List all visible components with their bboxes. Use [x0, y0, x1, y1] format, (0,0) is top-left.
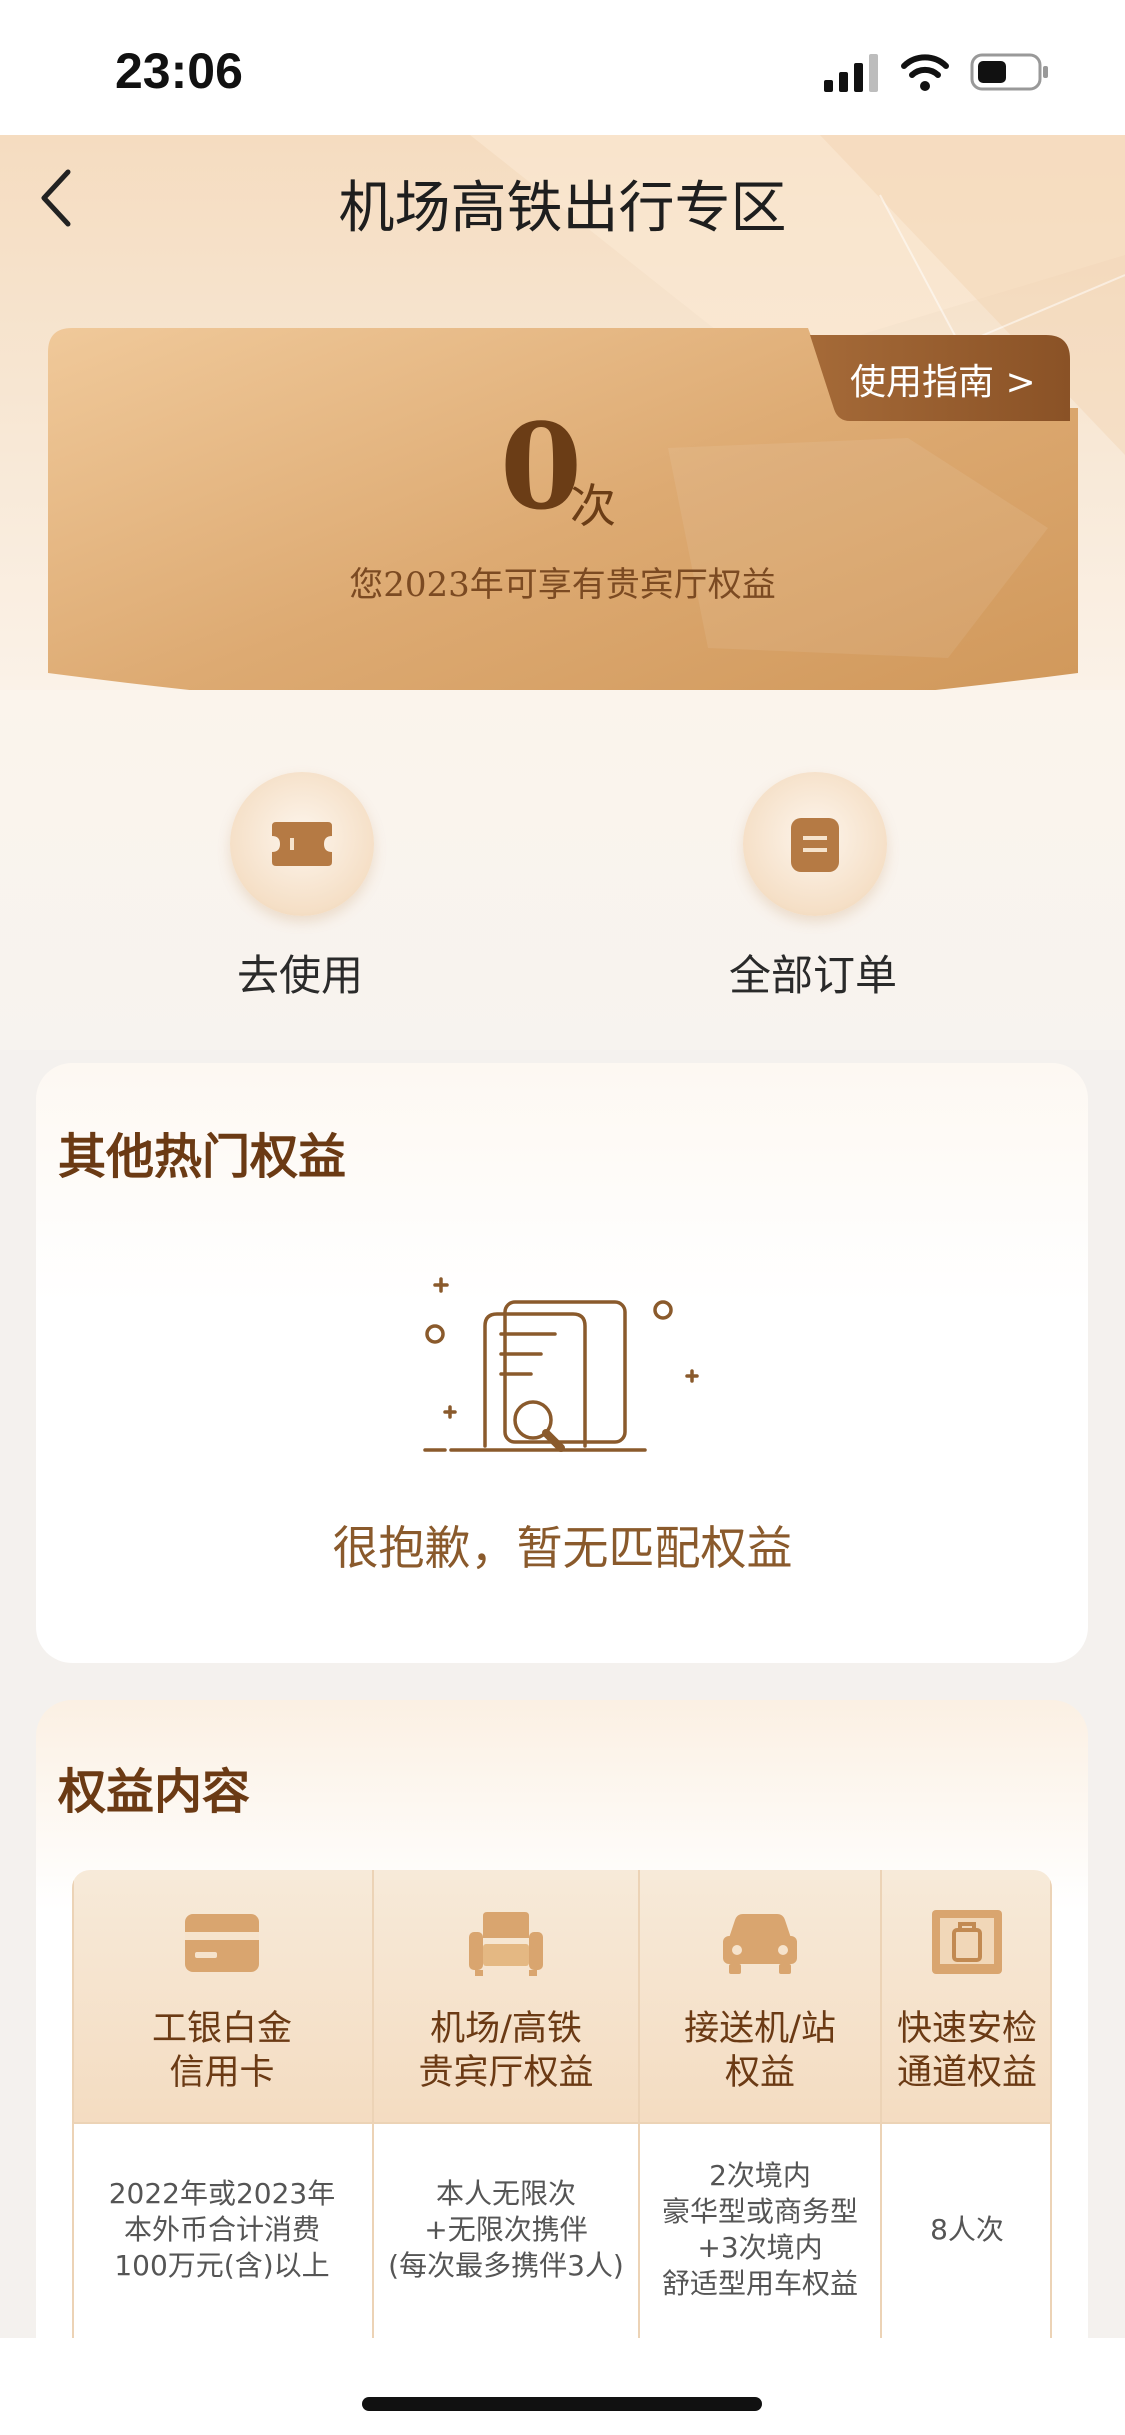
transfer-cell-line2: 豪华型或商务型: [661, 2195, 858, 2228]
signal-icon: [824, 54, 878, 92]
lounge-cell-line2: +无限次携伴: [424, 2213, 588, 2246]
no-match-message: 很抱歉，暂无匹配权益: [332, 1521, 793, 1575]
table-divider: [638, 1870, 640, 2340]
security-label-line1: 快速安检: [896, 2009, 1037, 2049]
all-orders-label: 全部订单: [728, 951, 897, 1000]
credit-card-icon: [185, 1914, 259, 1972]
table-border: [1050, 1870, 1052, 2340]
transfer-cell-line1: 2次境内: [709, 2159, 811, 2192]
rights-table: 工银白金 信用卡 2022年或2023年 本外币合计消费 100万元(含)以上 …: [72, 1870, 1052, 2340]
table-divider: [72, 2122, 1052, 2124]
go-use-circle: [230, 772, 374, 916]
transfer-label-line1: 接送机/站: [684, 2009, 836, 2049]
battery-icon: [970, 53, 1048, 91]
platinum-card-cell-line3: 100万元(含)以上: [114, 2249, 330, 2282]
all-orders-circle: [743, 772, 887, 916]
go-use-label: 去使用: [236, 951, 363, 1000]
all-orders-button[interactable]: 全部订单: [683, 772, 943, 1002]
lounge-cell-line1: 本人无限次: [435, 2177, 576, 2210]
rights-col-transfer-header: 接送机/站 权益: [640, 1870, 880, 2124]
lounge-label-line2: 贵宾厅权益: [418, 2053, 594, 2093]
rights-count-unit: 次: [570, 479, 616, 533]
rights-col-transfer-cell: 2次境内 豪华型或商务型 +3次境内 舒适型用车权益: [640, 2124, 880, 2340]
table-divider: [372, 1870, 374, 2340]
ticket-icon: [272, 822, 332, 866]
platinum-card-label-line2: 信用卡: [169, 2053, 275, 2093]
lounge-label-line1: 机场/高铁: [430, 2009, 582, 2049]
security-cell-line1: 8人次: [930, 2213, 1004, 2246]
lounge-cell-line3: (每次最多携伴3人): [388, 2249, 624, 2282]
hot-rights-title: 其他热门权益: [58, 1129, 347, 1185]
home-indicator[interactable]: [362, 2397, 762, 2411]
armchair-icon: [469, 1912, 543, 1976]
rights-col-platinum-card-cell: 2022年或2023年 本外币合计消费 100万元(含)以上: [72, 2124, 372, 2340]
status-bar: 23:06: [0, 0, 1125, 135]
page-title: 机场高铁出行专区: [338, 176, 787, 241]
table-divider: [880, 1870, 882, 2340]
table-border: [72, 1870, 74, 2340]
rights-col-platinum-card-header: 工银白金 信用卡: [72, 1870, 372, 2124]
transfer-cell-line3: +3次境内: [697, 2231, 823, 2264]
rights-col-security-header: 快速安检 通道权益: [882, 1870, 1052, 2124]
status-time: 23:06: [115, 43, 243, 99]
rights-count-description: 您2023年可享有贵宾厅权益: [349, 565, 776, 605]
car-icon: [723, 1914, 797, 1974]
platinum-card-cell-line2: 本外币合计消费: [123, 2213, 320, 2246]
document-search-icon: [423, 1277, 699, 1452]
wifi-icon: [901, 54, 949, 91]
transfer-label-line2: 权益: [724, 2053, 795, 2093]
platinum-card-cell-line1: 2022年或2023年: [108, 2177, 336, 2210]
rights-col-lounge-cell: 本人无限次 +无限次携伴 (每次最多携伴3人): [374, 2124, 638, 2340]
usage-guide-label: 使用指南 >: [850, 362, 1036, 403]
luggage-scanner-icon: [932, 1910, 1002, 1974]
go-use-button[interactable]: 去使用: [170, 772, 430, 1002]
rights-col-security-cell: 8人次: [882, 2124, 1052, 2340]
actions-background: [0, 690, 1125, 1050]
platinum-card-label-line1: 工银白金: [151, 2009, 292, 2049]
rights-col-lounge-header: 机场/高铁 贵宾厅权益: [374, 1870, 638, 2124]
transfer-cell-line4: 舒适型用车权益: [661, 2267, 858, 2300]
rights-content-title: 权益内容: [58, 1764, 251, 1820]
bottom-safe-area: [0, 2338, 1125, 2435]
security-label-line2: 通道权益: [896, 2053, 1037, 2093]
order-list-icon: [791, 818, 839, 872]
